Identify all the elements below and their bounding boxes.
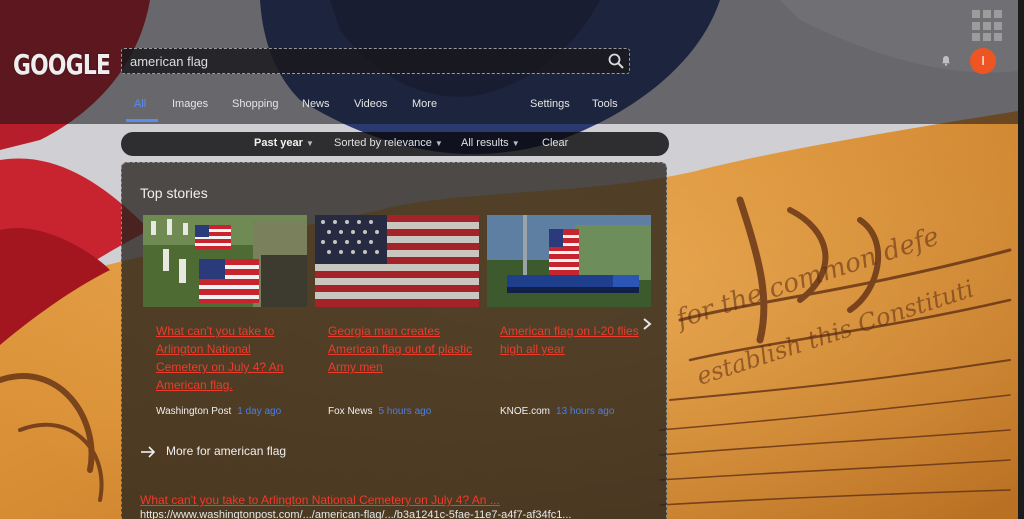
filter-results[interactable]: All results ▼	[461, 137, 520, 149]
search-input[interactable]	[122, 49, 602, 73]
story-thumbnail[interactable]	[487, 215, 651, 307]
filter-sort-label: Sorted by relevance	[334, 137, 432, 149]
story-headline[interactable]: Georgia man creates American flag out of…	[328, 322, 476, 376]
filter-bar: Past year ▼ Sorted by relevance ▼ All resu…	[121, 132, 669, 156]
tab-videos[interactable]: Videos	[354, 98, 387, 110]
story-headline[interactable]: American flag on I-20 flies high all yea…	[500, 322, 648, 358]
scrollbar[interactable]	[1018, 0, 1024, 519]
caret-down-icon: ▼	[511, 139, 520, 148]
filter-results-label: All results	[461, 137, 509, 149]
story-headline[interactable]: What can't you take to Arlington Nationa…	[156, 322, 304, 394]
story-source-line: Fox News 5 hours ago	[328, 406, 431, 417]
search-icon[interactable]	[607, 52, 625, 70]
avatar[interactable]: I	[970, 48, 996, 74]
tab-news[interactable]: News	[302, 98, 330, 110]
filter-time-label: Past year	[254, 137, 303, 149]
caret-down-icon: ▼	[434, 139, 443, 148]
top-stories-panel: Top stories What can't you take to Arlin…	[121, 162, 667, 519]
filter-clear[interactable]: Clear	[542, 137, 568, 149]
tab-all[interactable]: All	[134, 98, 146, 110]
story-card[interactable]: What can't you take to Arlington Nationa…	[143, 215, 307, 421]
story-thumbnail[interactable]	[315, 215, 479, 307]
story-time: 1 day ago	[237, 406, 282, 417]
arrow-right-icon	[141, 446, 156, 458]
filter-sort[interactable]: Sorted by relevance ▼	[334, 137, 443, 149]
result-url: https://www.washingtonpost.com/.../ameri…	[140, 509, 572, 519]
tab-images[interactable]: Images	[172, 98, 208, 110]
header: GOOGLE I All Images Shopping News Videos…	[0, 0, 1018, 124]
search-box[interactable]	[121, 48, 630, 74]
story-source: Washington Post	[156, 406, 232, 417]
story-source-line: Washington Post 1 day ago	[156, 406, 281, 417]
tab-shopping[interactable]: Shopping	[232, 98, 279, 110]
active-tab-indicator	[126, 119, 158, 122]
story-thumbnail[interactable]	[143, 215, 307, 307]
story-card[interactable]: Georgia man creates American flag out of…	[315, 215, 479, 421]
story-source-line: KNOE.com 13 hours ago	[500, 406, 614, 417]
tab-tools[interactable]: Tools	[592, 98, 618, 110]
tab-more[interactable]: More	[412, 98, 437, 110]
chevron-right-icon[interactable]	[641, 317, 653, 331]
tab-settings[interactable]: Settings	[530, 98, 570, 110]
story-card[interactable]: American flag on I-20 flies high all yea…	[487, 215, 651, 421]
story-source: KNOE.com	[500, 406, 551, 417]
top-stories-title: Top stories	[140, 185, 208, 201]
story-time: 13 hours ago	[556, 406, 615, 417]
story-source: Fox News	[328, 406, 373, 417]
apps-grid-icon[interactable]	[972, 10, 1004, 42]
bell-icon[interactable]	[941, 55, 951, 66]
filter-time[interactable]: Past year ▼	[254, 137, 314, 149]
caret-down-icon: ▼	[305, 139, 314, 148]
result-title-link[interactable]: What can't you take to Arlington Nationa…	[140, 493, 500, 507]
story-time: 5 hours ago	[378, 406, 432, 417]
more-stories-label: More for american flag	[166, 444, 287, 458]
google-logo[interactable]: GOOGLE	[13, 48, 111, 81]
